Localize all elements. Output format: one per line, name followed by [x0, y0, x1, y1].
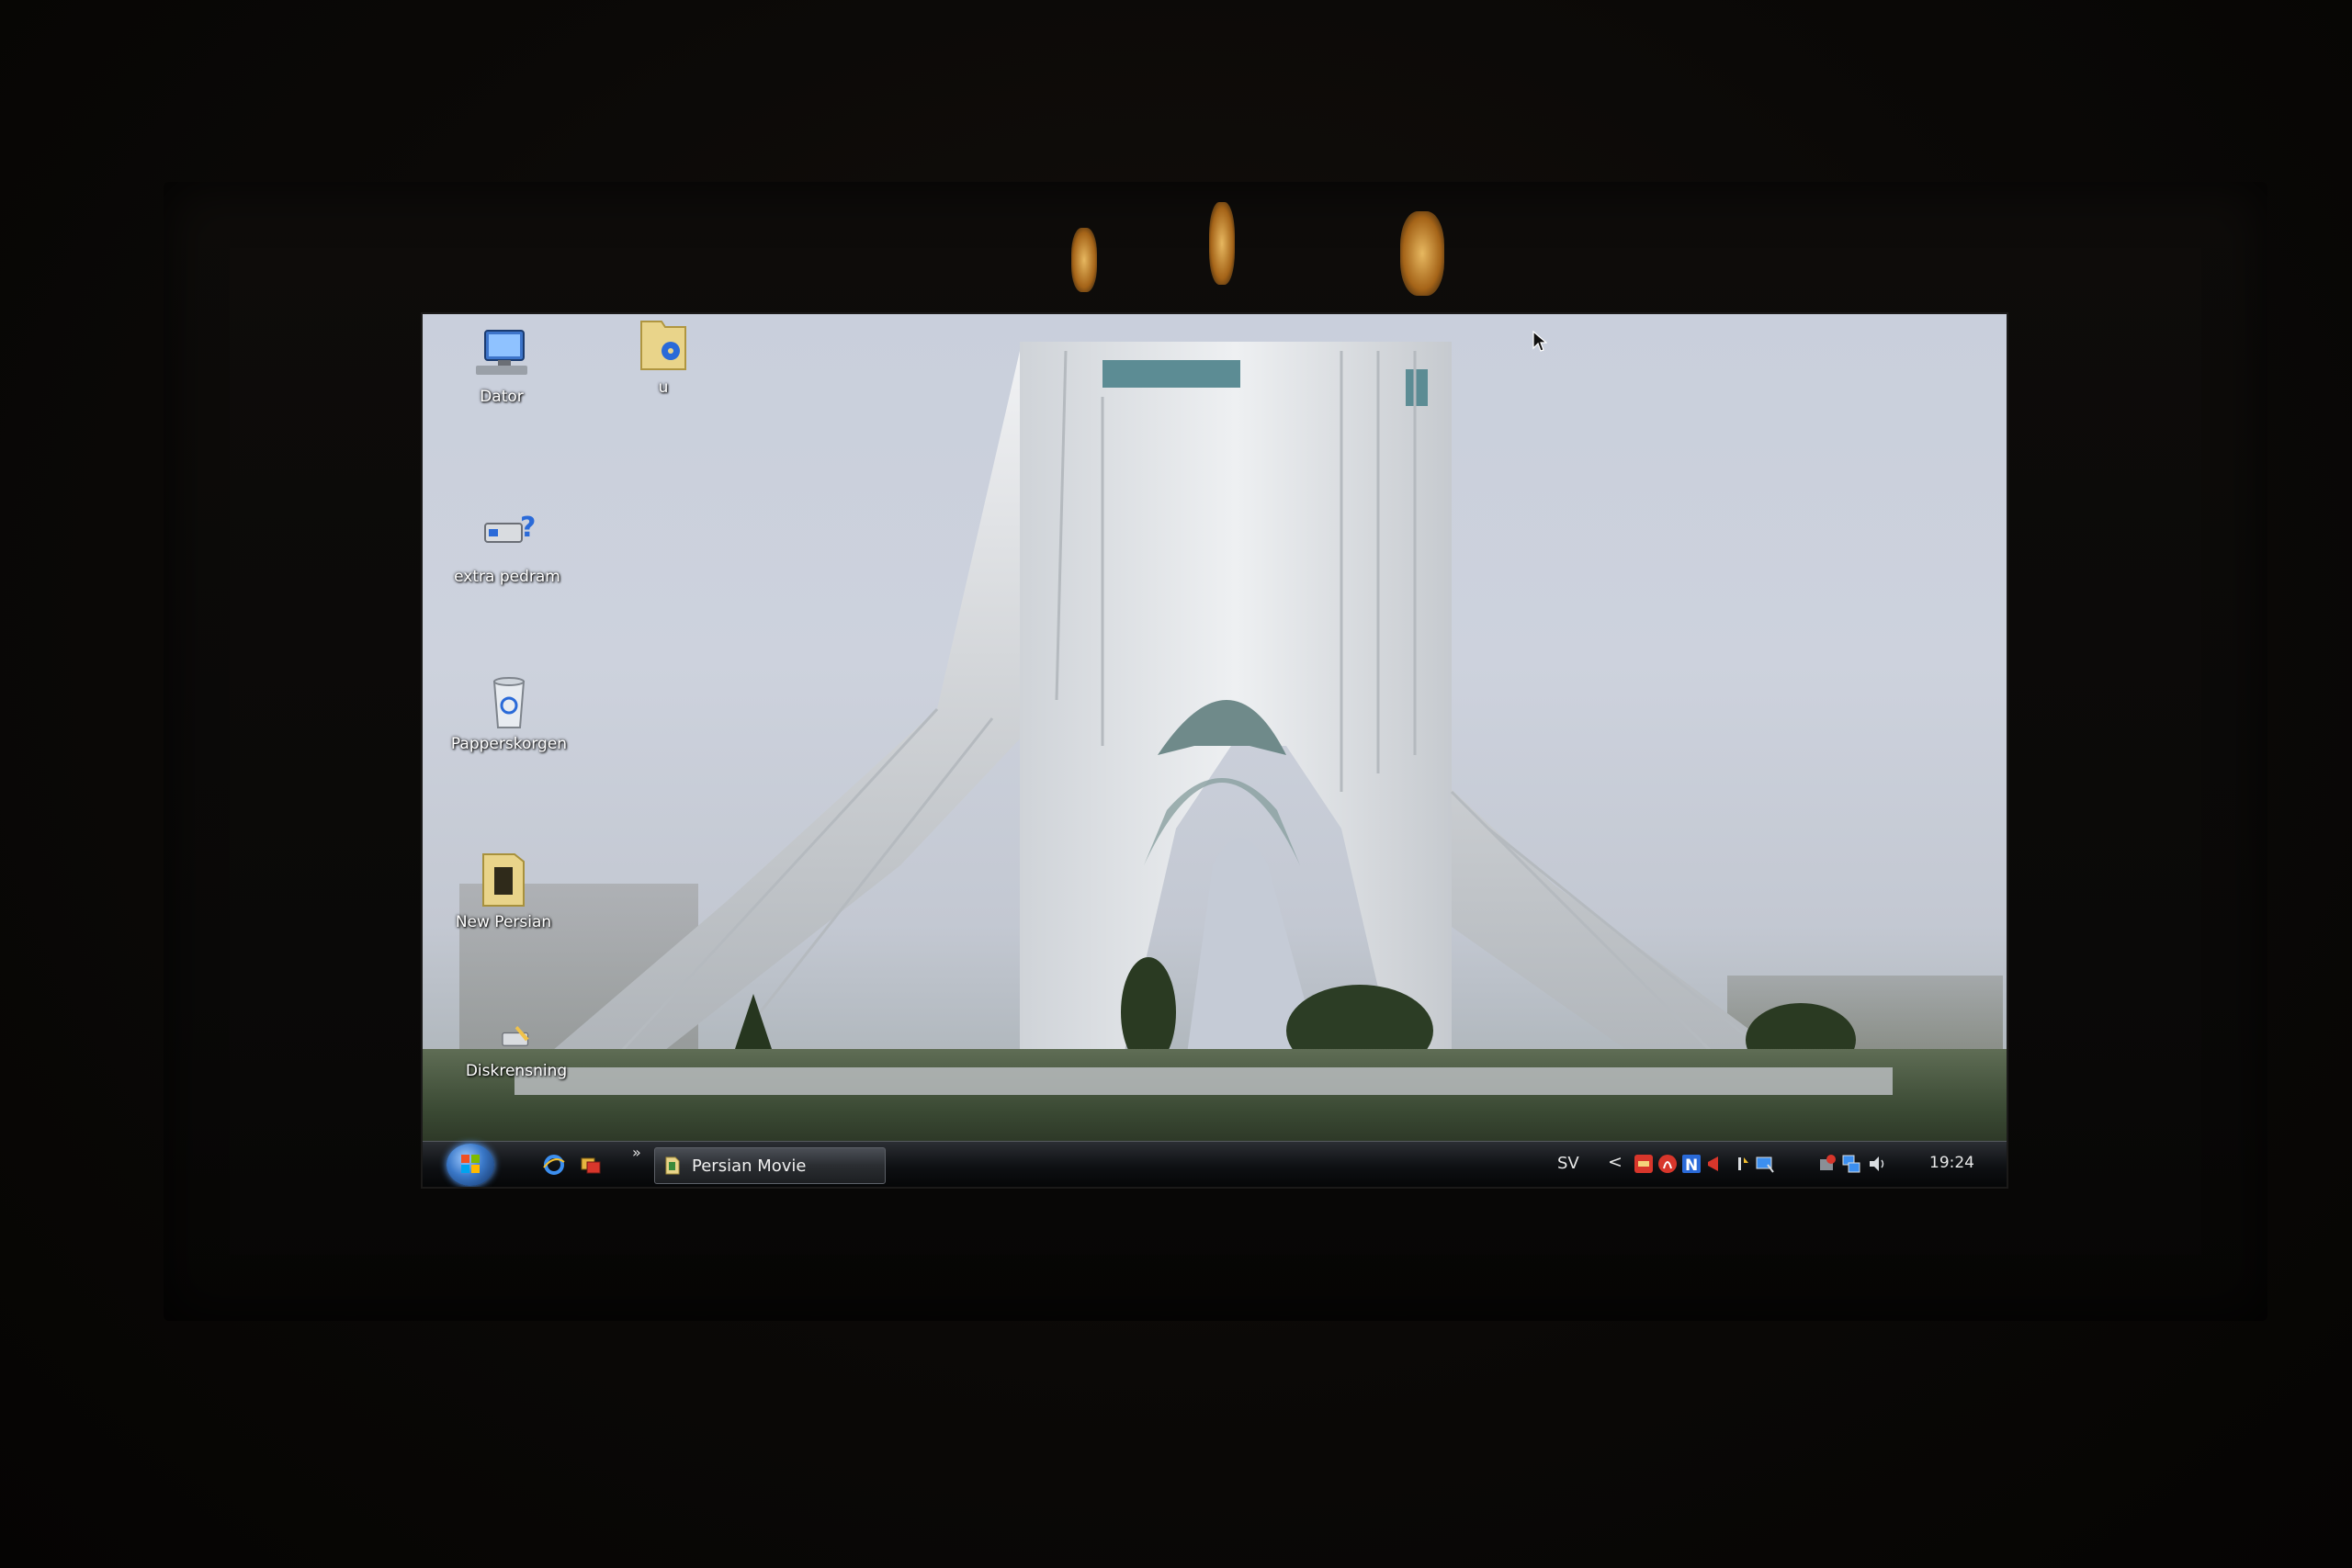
desktop-icon-label: Diskrensning	[465, 1062, 568, 1080]
volume-icon[interactable]	[1867, 1154, 1887, 1174]
light-reflection	[1071, 228, 1097, 292]
taskbar: » Persian Movie SV < N 19:24	[423, 1141, 2007, 1187]
svg-text:N: N	[1685, 1156, 1698, 1174]
desktop-icon-label: extra pedram	[454, 568, 560, 586]
switch-windows-icon[interactable]	[579, 1153, 603, 1177]
taskbar-window-label: Persian Movie	[692, 1156, 807, 1176]
folder-icon	[482, 853, 525, 907]
folder-icon	[640, 321, 686, 370]
wallpaper-ground	[423, 1049, 2007, 1150]
wallpaper-azadi-tower	[533, 342, 1856, 1104]
desktop-icon-new-persian[interactable]: New Persian	[439, 851, 568, 931]
language-indicator[interactable]: SV	[1557, 1154, 1579, 1173]
svg-text:?: ?	[520, 512, 536, 544]
quick-launch-more-button[interactable]: »	[632, 1144, 641, 1161]
system-clock[interactable]: 19:24	[1929, 1154, 1974, 1172]
desktop-icon-extra-pedram[interactable]: ? extra pedram	[443, 505, 571, 586]
safely-remove-icon[interactable]	[1817, 1154, 1838, 1174]
light-reflection	[1209, 202, 1235, 285]
desktop-icon-label: Papperskorgen	[450, 735, 568, 753]
network-icon[interactable]	[1841, 1154, 1861, 1174]
desktop-icon-label: u	[658, 378, 669, 397]
light-reflection	[1400, 211, 1444, 296]
desktop-icon-label: New Persian	[455, 913, 552, 931]
update-icon[interactable]	[1731, 1154, 1751, 1174]
start-button[interactable]	[447, 1144, 494, 1186]
show-hidden-icons-button[interactable]: <	[1608, 1152, 1623, 1172]
adobe-icon[interactable]	[1657, 1154, 1678, 1174]
taskbar-window-button[interactable]: Persian Movie	[654, 1147, 886, 1184]
tray-app-red-icon[interactable]	[1634, 1154, 1654, 1174]
desktop-icon-diskrensning[interactable]: Diskrensning	[452, 1021, 581, 1080]
norton-icon[interactable]: N	[1681, 1154, 1702, 1174]
desktop-icon-label: Dator	[480, 388, 524, 406]
desktop-screen: Dator u ? extra pedram Papperskorgen New	[423, 314, 2007, 1187]
desktop-icon-dator[interactable]: Dator	[437, 325, 566, 406]
windows-logo-icon	[461, 1155, 480, 1173]
folder-icon	[665, 1156, 680, 1175]
recycle-bin-icon	[492, 677, 526, 728]
computer-icon	[476, 330, 527, 375]
desktop-icon-u[interactable]: u	[599, 316, 728, 397]
network-drive-icon: ?	[484, 512, 536, 544]
mouse-cursor-icon	[1532, 331, 1547, 352]
megaphone-icon[interactable]	[1705, 1154, 1725, 1174]
desktop-icon-papperskorgen[interactable]: Papperskorgen	[445, 672, 573, 753]
display-settings-icon[interactable]	[1755, 1154, 1775, 1174]
wallpaper-plaza	[514, 1067, 1893, 1095]
disk-cleanup-icon	[502, 1026, 529, 1046]
internet-explorer-icon[interactable]	[542, 1153, 566, 1177]
